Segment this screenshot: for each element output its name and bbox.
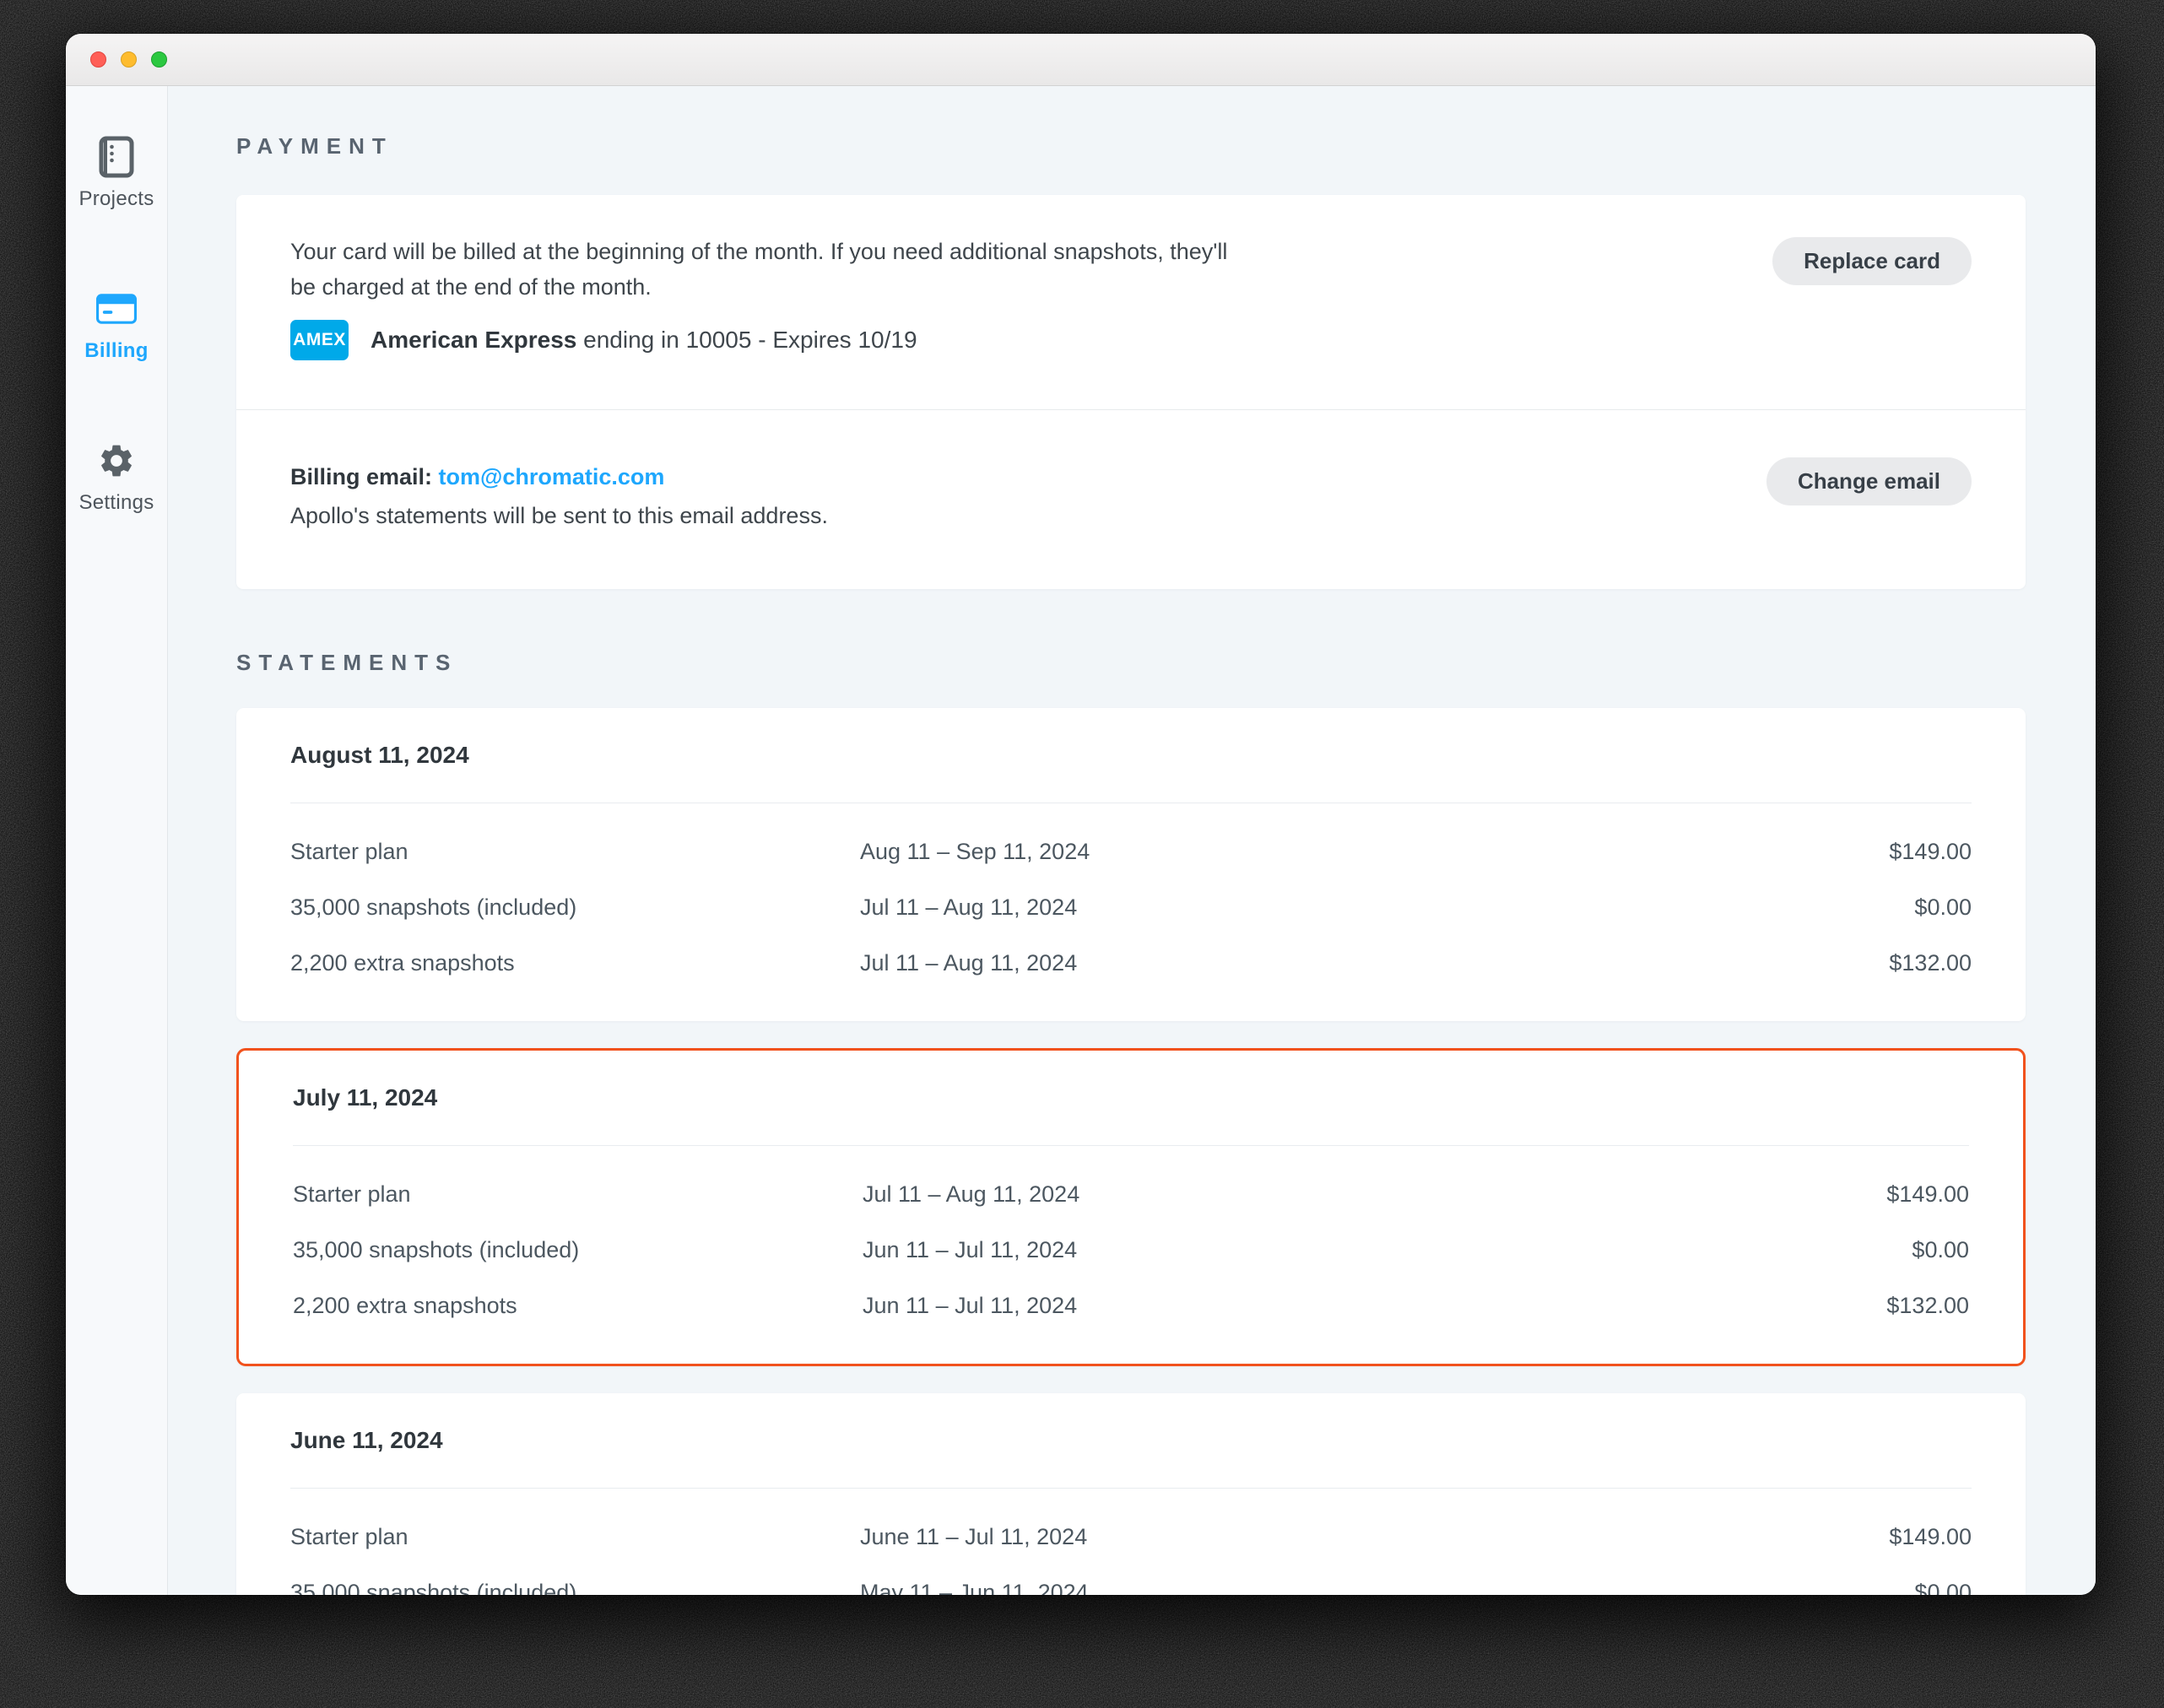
row-period: Jun 11 – Jul 11, 2024: [863, 1293, 1886, 1319]
billing-email-note: Apollo's statements will be sent to this…: [290, 496, 1972, 535]
settings-icon: [97, 439, 136, 483]
row-period: Jul 11 – Aug 11, 2024: [863, 1181, 1886, 1208]
payment-panel: Your card will be billed at the beginnin…: [236, 195, 2026, 589]
window-titlebar: [66, 34, 2096, 86]
row-item: Starter plan: [290, 839, 860, 865]
row-amount: $149.00: [1889, 1524, 1972, 1550]
row-period: Aug 11 – Sep 11, 2024: [860, 839, 1889, 865]
statement-row: 35,000 snapshots (included) May 11 – Jun…: [290, 1565, 1972, 1595]
statement-rows: Starter plan Aug 11 – Sep 11, 2024 $149.…: [290, 824, 1972, 991]
statement-row: Starter plan Aug 11 – Sep 11, 2024 $149.…: [290, 824, 1972, 879]
divider: [290, 1488, 1972, 1489]
statement-rows: Starter plan Jul 11 – Aug 11, 2024 $149.…: [293, 1166, 1969, 1333]
billing-note-line1: Your card will be billed at the beginnin…: [290, 234, 1972, 269]
row-amount: $0.00: [1912, 1237, 1969, 1263]
amex-badge-icon: AMEX: [290, 320, 349, 360]
card-details: ending in 10005 - Expires 10/19: [576, 327, 917, 353]
minimize-button[interactable]: [121, 51, 137, 68]
row-item: Starter plan: [290, 1524, 860, 1550]
sidebar-item-label: Billing: [84, 339, 148, 363]
billing-email-section: Billing email: tom@chromatic.com Apollo'…: [236, 409, 2026, 589]
billing-email-link[interactable]: tom@chromatic.com: [439, 464, 665, 489]
billing-icon: [96, 287, 137, 331]
row-amount: $0.00: [1914, 895, 1972, 921]
statement-date: June 11, 2024: [290, 1427, 1972, 1454]
row-period: Jun 11 – Jul 11, 2024: [863, 1237, 1912, 1263]
payment-heading: PAYMENT: [236, 133, 2026, 159]
billing-email-line: Billing email: tom@chromatic.com: [290, 457, 1972, 496]
statement-row: 2,200 extra snapshots Jun 11 – Jul 11, 2…: [293, 1278, 1969, 1333]
row-period: May 11 – Jun 11, 2024: [860, 1580, 1914, 1596]
billing-email-label: Billing email:: [290, 464, 432, 489]
window-content: Projects Billing: [66, 86, 2096, 1595]
statement-row: 2,200 extra snapshots Jul 11 – Aug 11, 2…: [290, 935, 1972, 991]
row-period: Jul 11 – Aug 11, 2024: [860, 895, 1914, 921]
row-item: 2,200 extra snapshots: [293, 1293, 863, 1319]
row-period: Jul 11 – Aug 11, 2024: [860, 950, 1889, 976]
card-on-file: AMEX American Express ending in 10005 - …: [290, 320, 1972, 360]
row-item: 2,200 extra snapshots: [290, 950, 860, 976]
card-brand: American Express: [371, 327, 576, 353]
row-item: 35,000 snapshots (included): [290, 895, 860, 921]
main-content: PAYMENT Your card will be billed at the …: [168, 86, 2096, 1595]
statement-rows: Starter plan June 11 – Jul 11, 2024 $149…: [290, 1509, 1972, 1595]
row-amount: $0.00: [1914, 1580, 1972, 1596]
sidebar-item-projects[interactable]: Projects: [78, 135, 154, 211]
statement-row: Starter plan June 11 – Jul 11, 2024 $149…: [290, 1509, 1972, 1565]
row-item: Starter plan: [293, 1181, 863, 1208]
replace-card-button[interactable]: Replace card: [1772, 237, 1972, 285]
card-info-section: Your card will be billed at the beginnin…: [236, 195, 2026, 409]
sidebar-item-label: Settings: [78, 491, 154, 515]
statements-heading: STATEMENTS: [236, 650, 2026, 676]
sidebar-item-label: Projects: [78, 187, 154, 211]
statement-row: Starter plan Jul 11 – Aug 11, 2024 $149.…: [293, 1166, 1969, 1222]
row-amount: $149.00: [1886, 1181, 1969, 1208]
billing-note-line2: be charged at the end of the month.: [290, 269, 1972, 305]
statement-date: July 11, 2024: [293, 1084, 1969, 1111]
row-amount: $149.00: [1889, 839, 1972, 865]
statement-row: 35,000 snapshots (included) Jun 11 – Jul…: [293, 1222, 1969, 1278]
row-period: June 11 – Jul 11, 2024: [860, 1524, 1889, 1550]
desktop-background: Projects Billing: [0, 0, 2164, 1708]
statement-card-august[interactable]: August 11, 2024 Starter plan Aug 11 – Se…: [236, 708, 2026, 1021]
zoom-button[interactable]: [151, 51, 167, 68]
statement-date: August 11, 2024: [290, 742, 1972, 769]
row-amount: $132.00: [1886, 1293, 1969, 1319]
row-amount: $132.00: [1889, 950, 1972, 976]
row-item: 35,000 snapshots (included): [293, 1237, 863, 1263]
row-item: 35,000 snapshots (included): [290, 1580, 860, 1596]
close-button[interactable]: [90, 51, 106, 68]
statement-card-july-highlighted[interactable]: July 11, 2024 Starter plan Jul 11 – Aug …: [236, 1048, 2026, 1366]
divider: [293, 1145, 1969, 1146]
statement-row: 35,000 snapshots (included) Jul 11 – Aug…: [290, 879, 1972, 935]
change-email-button[interactable]: Change email: [1766, 457, 1972, 505]
sidebar: Projects Billing: [66, 86, 168, 1595]
card-description: American Express ending in 10005 - Expir…: [371, 327, 917, 354]
sidebar-item-settings[interactable]: Settings: [78, 439, 154, 515]
projects-icon: [98, 135, 135, 179]
sidebar-item-billing[interactable]: Billing: [84, 287, 148, 363]
app-window: Projects Billing: [66, 34, 2096, 1595]
statement-card-june[interactable]: June 11, 2024 Starter plan June 11 – Jul…: [236, 1393, 2026, 1595]
